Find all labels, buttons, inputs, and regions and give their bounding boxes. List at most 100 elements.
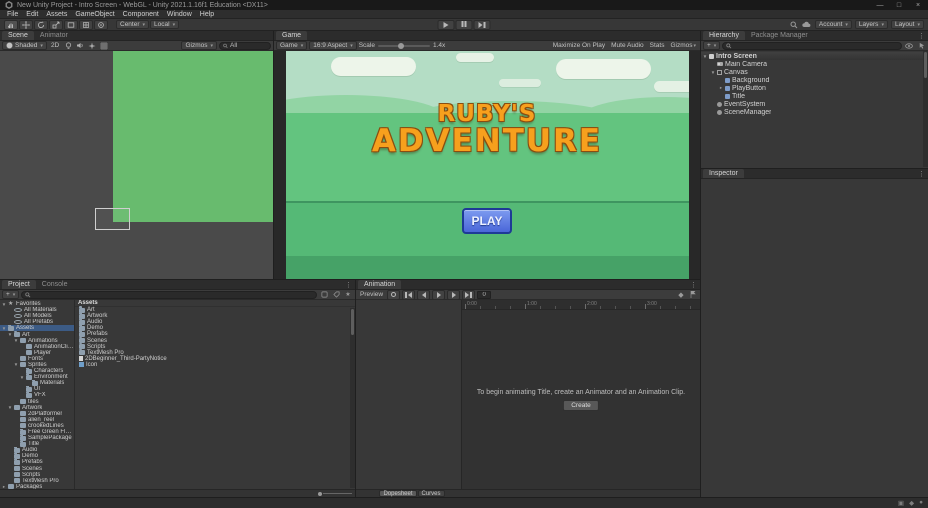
hierarchy-item-eventsystem[interactable]: EventSystem — [701, 100, 928, 108]
play-button[interactable] — [437, 19, 455, 30]
prev-frame-button[interactable] — [417, 289, 431, 300]
menu-edit[interactable]: Edit — [22, 10, 42, 19]
hierarchy-item-canvas[interactable]: ▼ Canvas — [701, 68, 928, 76]
mute-audio-toggle[interactable]: Mute Audio — [609, 42, 646, 49]
tab-animator[interactable]: Animator — [34, 31, 74, 40]
effects-dropdown-icon[interactable] — [87, 41, 97, 50]
menu-assets[interactable]: Assets — [42, 10, 71, 19]
search-by-type-icon[interactable] — [319, 290, 329, 299]
expander-icon[interactable]: ▼ — [1, 302, 7, 307]
expander-icon[interactable]: ▼ — [7, 332, 13, 337]
display-dropdown[interactable]: Game — [276, 41, 308, 50]
progress-status-icon[interactable]: ● — [919, 499, 923, 507]
panel-menu-icon[interactable]: ⋮ — [690, 281, 697, 289]
menu-component[interactable]: Component — [119, 10, 163, 19]
hierarchy-item-background[interactable]: Background — [701, 76, 928, 84]
expander-icon[interactable]: ▼ — [7, 405, 13, 410]
preview-toggle-button[interactable]: Preview — [358, 291, 385, 298]
scene-search-input[interactable] — [230, 42, 267, 49]
maximize-on-play-toggle[interactable]: Maximize On Play — [551, 42, 607, 49]
aspect-ratio-dropdown[interactable]: 16:9 Aspect — [309, 41, 357, 50]
dopesheet-tab[interactable]: Dopesheet — [379, 490, 417, 497]
tab-console[interactable]: Console — [36, 280, 74, 289]
move-tool-button[interactable] — [19, 19, 33, 30]
last-frame-button[interactable] — [462, 289, 476, 300]
hierarchy-search-input[interactable] — [734, 42, 898, 49]
scale-tool-button[interactable] — [49, 19, 63, 30]
layers-dropdown[interactable]: Layers — [854, 20, 888, 29]
menu-window[interactable]: Window — [163, 10, 196, 19]
expander-icon[interactable]: ▼ — [710, 70, 716, 75]
expander-icon[interactable]: ▸ — [718, 85, 724, 91]
hierarchy-scrollbar[interactable] — [923, 51, 928, 167]
hierarchy-item-intro-screen[interactable]: ▼ Intro Screen — [701, 52, 928, 60]
pivot-toggle-button[interactable]: Center — [116, 20, 150, 29]
create-asset-dropdown[interactable]: + — [2, 290, 20, 299]
saved-search-star-icon[interactable]: ★ — [343, 290, 353, 299]
tab-inspector[interactable]: Inspector — [703, 169, 744, 178]
panel-menu-icon[interactable]: ⋮ — [345, 281, 352, 289]
maximize-button[interactable]: □ — [894, 2, 904, 9]
panel-menu-icon[interactable]: ⋮ — [918, 32, 925, 40]
animation-ruler[interactable]: 0:00 1:00 2:00 3:00 — [462, 300, 700, 310]
scale-slider[interactable] — [377, 42, 430, 49]
game-gizmos-dropdown[interactable]: Gizmos — [668, 42, 698, 49]
tab-scene[interactable]: Scene — [2, 31, 34, 40]
tab-animation[interactable]: Animation — [358, 280, 402, 289]
next-frame-button[interactable] — [447, 289, 461, 300]
game-play-button[interactable]: PLAY — [462, 208, 512, 234]
hierarchy-item-scenemanager[interactable]: SceneManager — [701, 108, 928, 116]
asset-icon[interactable]: Icon — [75, 362, 355, 368]
search-by-label-icon[interactable] — [331, 290, 341, 299]
cloud-icon[interactable] — [802, 20, 812, 29]
tab-package-manager[interactable]: Package Manager — [745, 31, 814, 40]
lighting-toggle-icon[interactable] — [63, 41, 73, 50]
activity-status-icon[interactable]: ◆ — [909, 499, 914, 507]
record-button[interactable] — [387, 289, 401, 300]
console-status-icon[interactable]: ▣ — [898, 499, 904, 507]
curves-tab[interactable]: Curves — [417, 490, 445, 497]
shading-mode-dropdown[interactable]: Shaded — [2, 41, 47, 50]
panel-menu-icon[interactable]: ⋮ — [918, 170, 925, 178]
minimize-button[interactable]: — — [875, 2, 885, 9]
expander-icon[interactable]: ▼ — [13, 362, 19, 367]
anim-play-button[interactable] — [432, 289, 446, 300]
close-button[interactable]: × — [913, 2, 923, 9]
expander-icon[interactable]: ▼ — [702, 54, 708, 59]
transform-tool-button[interactable] — [79, 19, 93, 30]
space-toggle-button[interactable]: Local — [150, 20, 180, 29]
add-keyframe-icon[interactable]: ◆ — [676, 290, 686, 299]
scale-slider-thumb[interactable] — [397, 42, 404, 49]
scene-visibility-icon[interactable] — [904, 41, 914, 50]
scene-gizmos-dropdown[interactable]: Gizmos — [181, 41, 217, 50]
assets-scrollbar[interactable] — [350, 308, 355, 489]
menu-help[interactable]: Help — [196, 10, 218, 19]
grid-dropdown-icon[interactable] — [99, 41, 109, 50]
step-button[interactable] — [473, 19, 491, 30]
expander-icon[interactable]: ▼ — [19, 375, 25, 380]
rect-tool-button[interactable] — [64, 19, 78, 30]
asset-zoom-slider[interactable] — [318, 491, 352, 496]
expander-icon[interactable]: ▼ — [13, 338, 19, 343]
assets-breadcrumb[interactable]: Assets — [75, 300, 355, 307]
first-frame-button[interactable] — [402, 289, 416, 300]
hierarchy-item-playbutton[interactable]: ▸ PlayButton — [701, 84, 928, 92]
tab-hierarchy[interactable]: Hierarchy — [703, 31, 745, 40]
hierarchy-item-main-camera[interactable]: Main Camera — [701, 60, 928, 68]
create-object-dropdown[interactable]: + — [703, 41, 721, 50]
scene-picking-icon[interactable] — [916, 41, 926, 50]
add-event-icon[interactable] — [688, 290, 698, 299]
menu-file[interactable]: File — [3, 10, 22, 19]
create-animator-button[interactable]: Create — [563, 399, 599, 411]
layout-dropdown[interactable]: Layout — [890, 20, 924, 29]
toggle-2d-button[interactable]: 2D — [49, 42, 61, 49]
hierarchy-item-title[interactable]: Title — [701, 92, 928, 100]
rotate-tool-button[interactable] — [34, 19, 48, 30]
expander-icon[interactable]: ▼ — [1, 326, 7, 331]
search-icon[interactable] — [789, 20, 799, 29]
account-dropdown[interactable]: Account — [814, 20, 852, 29]
custom-tool-button[interactable] — [94, 19, 108, 30]
pause-button[interactable] — [455, 19, 473, 30]
tab-game[interactable]: Game — [276, 31, 308, 40]
project-search-input[interactable] — [33, 291, 313, 298]
